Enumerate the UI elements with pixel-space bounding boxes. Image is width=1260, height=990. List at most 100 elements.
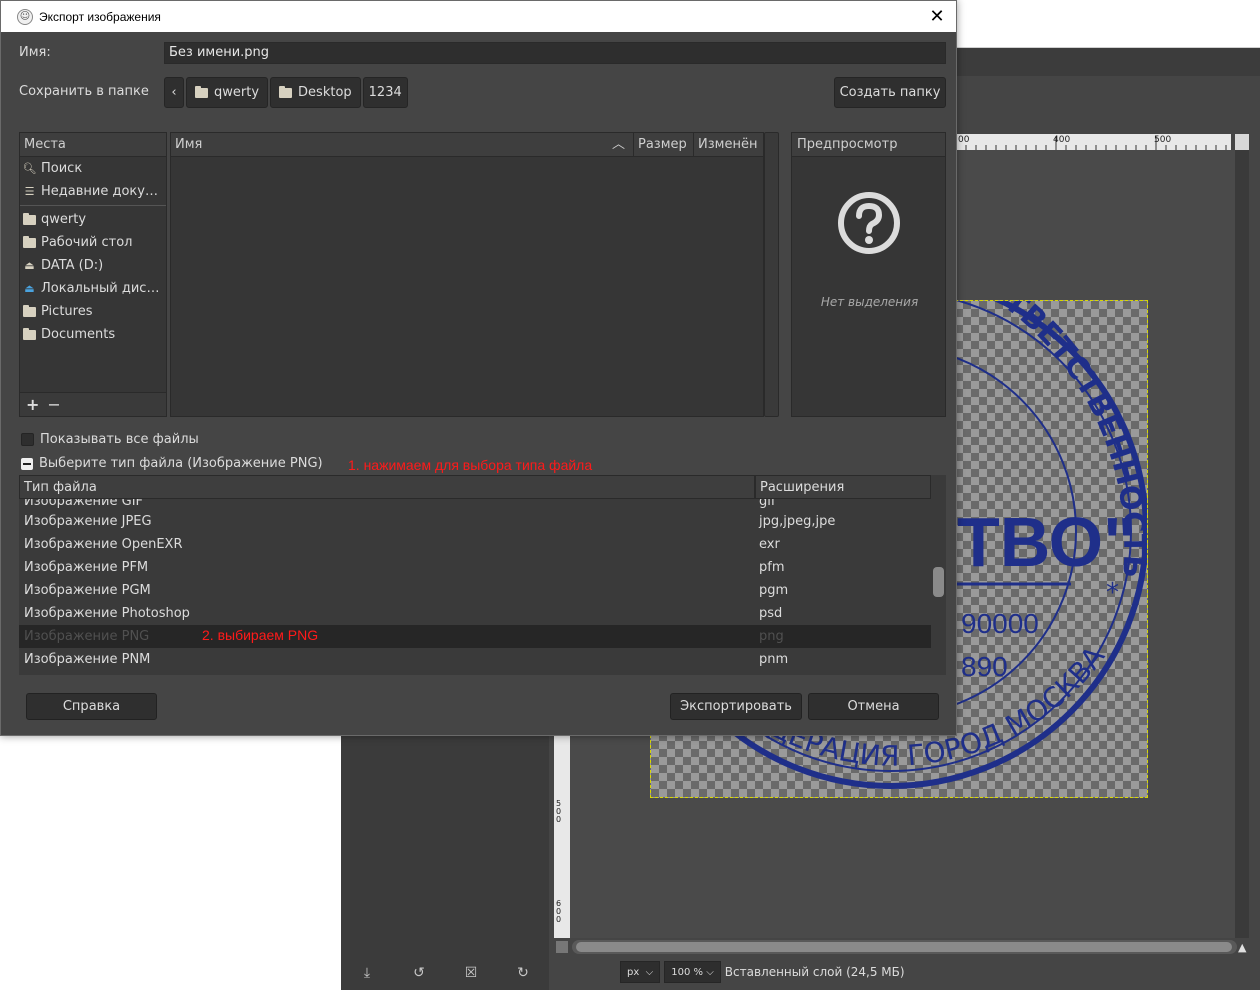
gimp-toolbar-strip (956, 48, 1260, 76)
chevron-down-icon: ⌵ (706, 966, 714, 978)
delete-icon[interactable]: ☒ (462, 964, 480, 982)
stamp-line-1: 90000 (961, 608, 1039, 639)
column-modified[interactable]: Изменён (694, 133, 763, 156)
annotation-step-2: 2. выбираем PNG (202, 627, 319, 643)
folder-icon (279, 85, 293, 98)
path-label: 1234 (368, 85, 402, 100)
ruler-label: 00 (958, 135, 970, 145)
file-type-ext: psd (759, 606, 783, 621)
file-type-table[interactable]: Изображение GIF gif Изображение JPEG jpg,j… (19, 475, 931, 675)
remove-bookmark-icon[interactable]: − (47, 395, 60, 414)
file-type-name: Изображение Photoshop (24, 606, 190, 621)
annotation-step-1: 1. нажимаем для выбора типа файла (348, 457, 593, 473)
place-item-local-drive[interactable]: ⏏ Локальный дис… (20, 277, 166, 300)
table-row[interactable]: Изображение PNM pnm (19, 648, 931, 671)
table-row[interactable]: Изображение PGM pgm (19, 579, 931, 602)
file-type-ext: pnm (759, 652, 789, 667)
folder-icon (23, 327, 36, 341)
file-type-name: Изображение JPEG (24, 514, 152, 529)
place-item-search[interactable]: 🔍︎ Поиск (20, 157, 166, 180)
dock-bottom-bar: ⤓ ↺ ☒ ↻ (341, 958, 549, 988)
file-type-scroll-thumb[interactable] (933, 567, 944, 597)
expander-label: Выберите тип файла (Изображение PNG) (39, 456, 323, 471)
unit-select[interactable]: px ⌵ (620, 961, 661, 983)
file-list-header: Имя ︿ Размер Изменён (171, 133, 763, 157)
help-button[interactable]: Справка (26, 693, 157, 720)
chevron-down-icon: ⌵ (645, 966, 654, 978)
place-item-documents[interactable]: Documents (20, 323, 166, 346)
file-list-scrollbar[interactable] (764, 132, 779, 417)
place-item-data-drive[interactable]: ⏏ DATA (D:) (20, 254, 166, 277)
stamp-center-text: ТВО" (957, 503, 1136, 581)
place-item-pictures[interactable]: Pictures (20, 300, 166, 323)
canvas-hscroll-thumb[interactable] (576, 942, 1232, 952)
export-button[interactable]: Экспортировать (670, 693, 802, 720)
file-type-expander[interactable]: Выберите тип файла (Изображение PNG) (21, 456, 323, 471)
file-type-ext: png (759, 629, 784, 644)
zoom-select[interactable]: 100 % ⌵ (664, 961, 721, 983)
cancel-button[interactable]: Отмена (808, 693, 939, 720)
ruler-vertical: 500 600 (554, 736, 570, 938)
ruler-horizontal: 00 400 500 (956, 134, 1231, 150)
ruler-label: 500 (1154, 135, 1172, 145)
column-name[interactable]: Имя ︿ (171, 133, 634, 156)
path-label: qwerty (214, 85, 260, 100)
checkbox-label: Показывать все файлы (40, 432, 199, 447)
gimp-statusbar: px ⌵ 100 % ⌵ Вставленный слой (24,5 МБ) (620, 958, 1260, 986)
place-item-desktop[interactable]: Рабочий стол (20, 231, 166, 254)
file-type-ext: jpg,jpeg,jpe (759, 514, 836, 529)
dialog-titlebar: ☺ Экспорт изображения ✕ (1, 1, 956, 32)
place-item-recent[interactable]: ☰ Недавние доку… (20, 180, 166, 203)
save-in-label: Сохранить в папке (19, 84, 149, 99)
gimp-dock-panel (341, 736, 549, 990)
column-file-type[interactable]: Тип файла (19, 475, 755, 499)
table-row[interactable]: Изображение OpenEXR exr (19, 533, 931, 556)
path-button-qwerty[interactable]: qwerty (186, 77, 269, 108)
path-button-desktop[interactable]: Desktop (270, 77, 361, 108)
ruler-ticks (956, 136, 1227, 150)
collapse-icon[interactable] (21, 457, 33, 470)
folder-icon (23, 235, 36, 249)
table-row[interactable]: Изображение PFM pfm (19, 556, 931, 579)
recent-icon: ☰ (24, 185, 35, 198)
column-extensions[interactable]: Расширения (755, 475, 931, 499)
table-row[interactable]: Изображение JPEG jpg,jpeg,jpe (19, 510, 931, 533)
restore-icon[interactable]: ↺ (410, 964, 428, 982)
file-type-name: Изображение PFM (24, 560, 149, 575)
show-all-files-checkbox[interactable]: Показывать все файлы (21, 432, 199, 447)
save-preset-icon[interactable]: ⤓ (358, 964, 376, 982)
zoom-image-icon[interactable] (1235, 134, 1249, 150)
question-icon (838, 192, 900, 254)
create-folder-button[interactable]: Создать папку (834, 77, 946, 108)
folder-icon (23, 304, 36, 318)
place-item-qwerty[interactable]: qwerty (20, 208, 166, 231)
reset-icon[interactable]: ↻ (514, 964, 532, 982)
file-list[interactable]: Имя ︿ Размер Изменён (170, 132, 764, 417)
quick-mask-toggle[interactable] (556, 941, 568, 953)
chevron-left-icon: ‹ (171, 85, 177, 100)
filename-input[interactable]: Без имени.png (164, 42, 946, 64)
navigate-icon[interactable]: ▲ (1238, 941, 1250, 954)
place-label: Documents (41, 327, 116, 342)
export-dialog: ☺ Экспорт изображения ✕ Имя: Без имени.p… (0, 0, 957, 736)
dialog-title: Экспорт изображения (39, 9, 161, 24)
add-bookmark-icon[interactable]: + (26, 395, 39, 414)
ruler-label: 500 (556, 799, 562, 824)
place-label: Рабочий стол (41, 235, 133, 250)
gimp-titlebar (956, 0, 1260, 48)
file-type-name: Изображение OpenEXR (24, 537, 183, 552)
canvas-vertical-scrollbar[interactable] (1235, 150, 1249, 938)
file-type-name: Изображение PNG (24, 629, 150, 644)
places-separator (20, 205, 166, 206)
close-icon[interactable]: ✕ (926, 5, 948, 27)
file-type-name: Изображение PGM (24, 583, 151, 598)
checkbox[interactable] (21, 433, 34, 446)
column-size[interactable]: Размер (634, 133, 694, 156)
places-footer: + − (20, 392, 166, 416)
table-row[interactable]: Изображение Photoshop psd (19, 602, 931, 625)
place-label: DATA (D:) (41, 258, 104, 273)
path-button-1234[interactable]: 1234 (362, 77, 408, 108)
table-row-selected[interactable]: Изображение PNG png (19, 625, 931, 648)
path-back-button[interactable]: ‹ (164, 77, 184, 108)
name-label: Имя: (19, 45, 51, 60)
